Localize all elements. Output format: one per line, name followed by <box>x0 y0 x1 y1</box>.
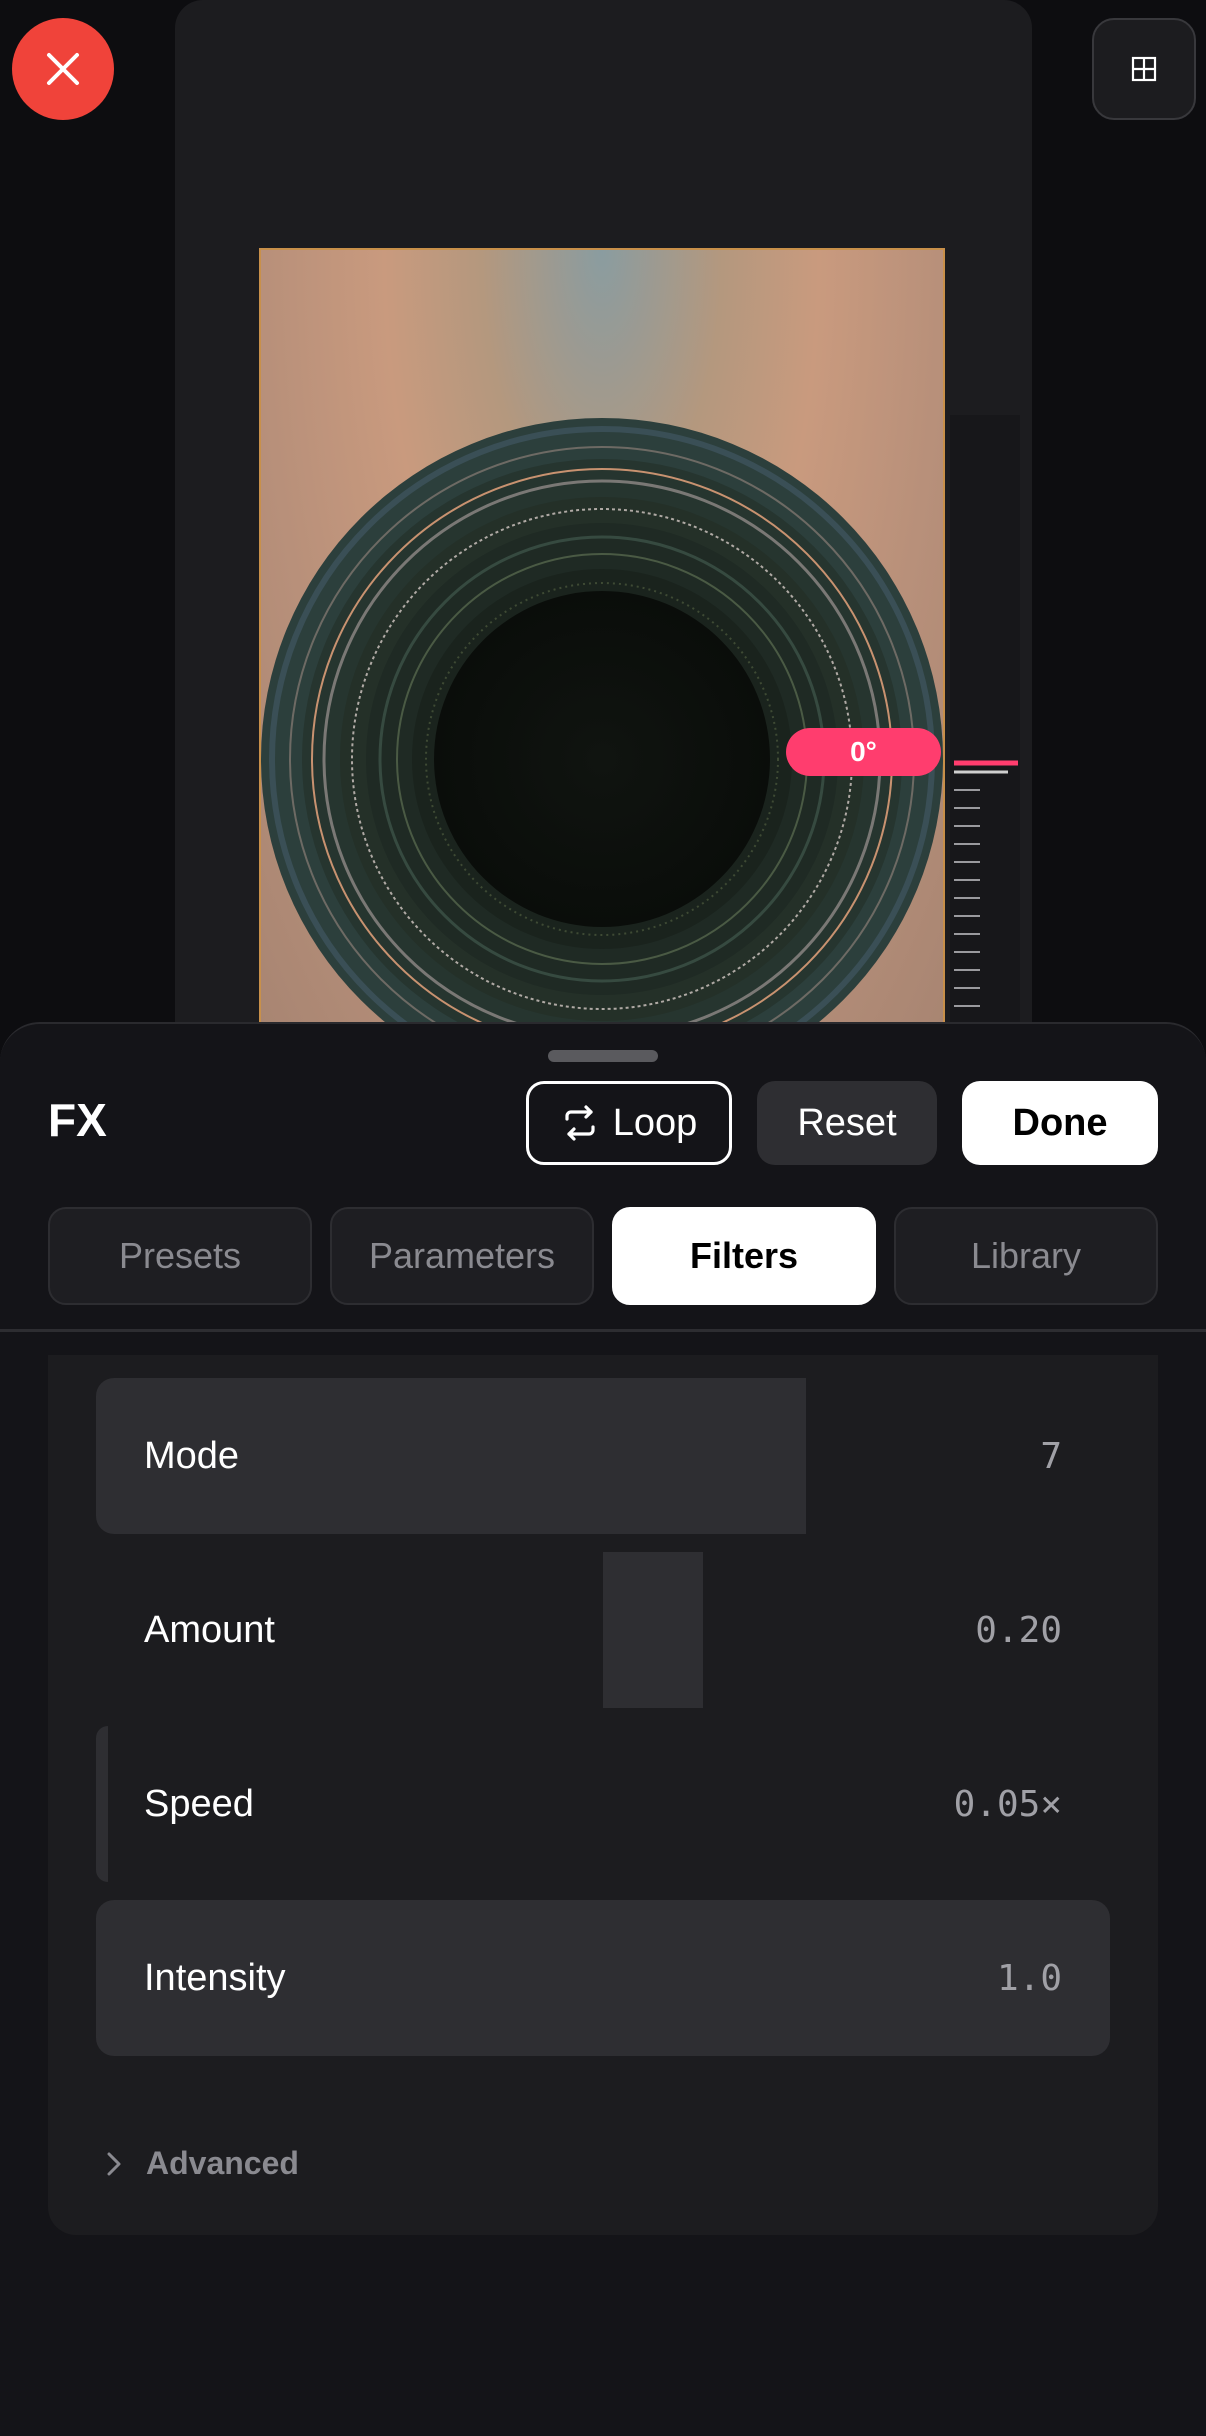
preview-image[interactable] <box>259 248 945 1030</box>
reset-button[interactable]: Reset <box>757 1081 937 1165</box>
grid-icon <box>1131 56 1157 82</box>
param-row-speed[interactable]: Speed 0.05× <box>96 1726 1110 1882</box>
param-value: 1.0 <box>996 1957 1062 1999</box>
param-label: Amount <box>144 1608 275 1651</box>
tab-filters[interactable]: Filters <box>612 1207 876 1305</box>
ring-pattern <box>261 418 943 1028</box>
tab-library[interactable]: Library <box>894 1207 1158 1305</box>
param-label: Speed <box>144 1782 254 1825</box>
param-row-amount[interactable]: Amount 0.20 <box>96 1552 1110 1708</box>
chevron-right-icon <box>107 2152 121 2175</box>
param-label: Intensity <box>144 1956 286 1999</box>
amount-slider-fill <box>603 1552 703 1708</box>
param-value: 0.05× <box>953 1783 1062 1825</box>
speed-slider-fill <box>96 1726 108 1882</box>
sheet-drag-handle[interactable] <box>548 1050 658 1062</box>
advanced-disclosure[interactable]: Advanced <box>104 2145 299 2182</box>
tab-parameters[interactable]: Parameters <box>330 1207 594 1305</box>
param-row-intensity[interactable]: Intensity 1.0 <box>96 1900 1110 2056</box>
loop-icon <box>565 1105 595 1141</box>
tab-presets[interactable]: Presets <box>48 1207 312 1305</box>
loop-label: Loop <box>612 1101 698 1144</box>
advanced-label: Advanced <box>146 2145 299 2181</box>
param-value: 7 <box>1040 1435 1062 1477</box>
param-label: Mode <box>144 1434 240 1477</box>
preview-stage: 0° <box>0 0 1206 1030</box>
rotation-dial-ticks <box>954 760 1018 1025</box>
loop-button[interactable]: Loop <box>526 1081 732 1165</box>
grid-toggle-button[interactable] <box>1092 18 1196 120</box>
close-button[interactable] <box>12 18 114 120</box>
rotation-badge[interactable]: 0° <box>786 728 941 776</box>
param-row-mode[interactable]: Mode 7 <box>96 1378 1110 1534</box>
fx-tab-bar: Presets Parameters Filters Library <box>48 1207 1158 1305</box>
tab-divider <box>0 1329 1206 1332</box>
param-value: 0.20 <box>975 1609 1062 1651</box>
close-icon <box>47 53 79 85</box>
done-button[interactable]: Done <box>962 1081 1158 1165</box>
sheet-title: FX <box>48 1094 107 1146</box>
